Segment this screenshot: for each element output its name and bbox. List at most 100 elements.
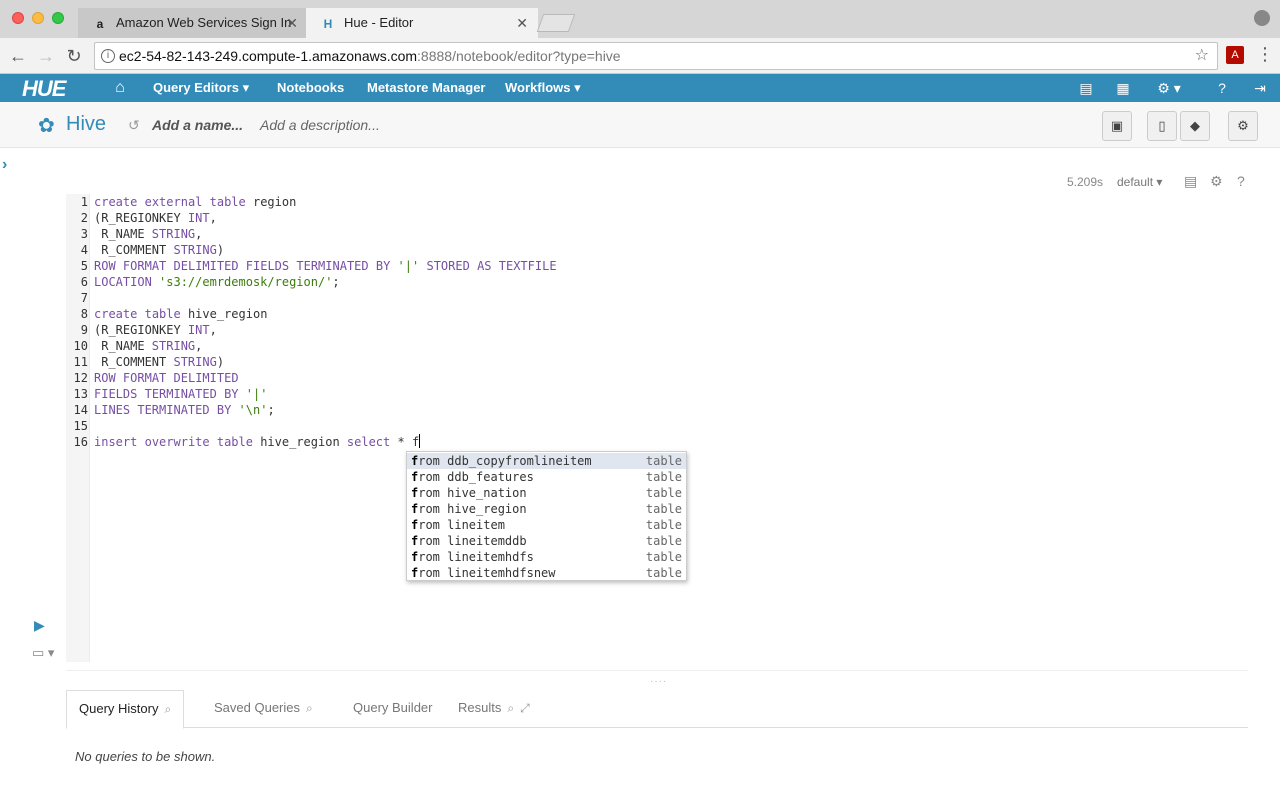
search-icon[interactable]: ⌕ (164, 702, 171, 716)
browser-tab-hue[interactable]: H Hue - Editor ✕ (306, 8, 538, 38)
window-close-button[interactable] (12, 12, 24, 24)
settings-button[interactable]: ⚙ (1228, 111, 1258, 141)
app-title: Hive (66, 113, 107, 135)
tab-query-builder[interactable]: Query Builder (341, 690, 444, 728)
code-line[interactable]: ROW FORMAT DELIMITED (94, 370, 239, 386)
drag-handle-icon[interactable]: ···· (650, 676, 667, 687)
code-line[interactable]: insert overwrite table hive_region selec… (94, 434, 421, 450)
expand-icon[interactable]: ⤢ (520, 701, 530, 715)
document-icon[interactable]: ▤ (1184, 173, 1197, 190)
tab-results[interactable]: Results ⌕ ⤢ (446, 690, 542, 728)
autocomplete-item[interactable]: from ddb_copyfromlineitem table (407, 453, 686, 469)
code-line[interactable]: FIELDS TERMINATED BY '|' (94, 386, 267, 402)
code-line[interactable]: R_COMMENT STRING) (94, 242, 224, 258)
autocomplete-item[interactable]: from ddb_features table (407, 469, 686, 485)
help-icon[interactable]: ? (1237, 173, 1245, 189)
hive-bee-icon: ✿ (38, 115, 55, 137)
autocomplete-item[interactable]: from hive_nation table (407, 485, 686, 501)
document-description-field[interactable]: Add a description... (260, 117, 380, 133)
url-host: ec2-54-82-143-249.compute-1.amazonaws.co… (119, 48, 418, 64)
code-line[interactable]: ROW FORMAT DELIMITED FIELDS TERMINATED B… (94, 258, 557, 274)
autocomplete-item[interactable]: from hive_region table (407, 501, 686, 517)
nav-query-editors[interactable]: Query Editors ▾ (153, 74, 249, 102)
save-button[interactable]: ▣ (1102, 111, 1132, 141)
profile-icon[interactable] (1254, 10, 1270, 26)
search-icon[interactable]: ⌕ (507, 701, 514, 715)
history-icon[interactable]: ↺ (128, 117, 140, 134)
document-name-field[interactable]: Add a name... (152, 117, 243, 133)
amazon-favicon-icon: a (96, 17, 104, 31)
browser-tab-aws[interactable]: a Amazon Web Services Sign In ✕ (78, 8, 308, 38)
table-browser-icon[interactable]: ▦ (1114, 74, 1132, 102)
back-arrow-icon[interactable]: ← (8, 46, 28, 66)
book-icon[interactable]: ▭ ▾ (32, 645, 54, 661)
info-icon[interactable]: i (101, 49, 115, 63)
tab-close-icon[interactable]: ✕ (516, 8, 528, 38)
browser-tab-bar: a Amazon Web Services Sign In ✕ H Hue - … (0, 0, 1280, 38)
pdf-extension-icon[interactable]: A (1226, 46, 1244, 64)
admin-gear-icon[interactable]: ⚙ ▾ (1152, 74, 1186, 102)
autocomplete-item[interactable]: from lineitemhdfsnew table (407, 565, 686, 581)
autocomplete-label: rom lineitemddb (418, 534, 527, 548)
code-line[interactable]: R_NAME STRING, (94, 338, 202, 354)
tab-query-history[interactable]: Query History ⌕ (66, 690, 185, 729)
line-number: 10 (73, 339, 88, 353)
code-line[interactable]: LOCATION 's3://emrdemosk/region/'; (94, 274, 340, 290)
window-maximize-button[interactable] (52, 12, 64, 24)
caret-down-icon: ▾ (1156, 175, 1163, 189)
code-line[interactable]: R_COMMENT STRING) (94, 354, 224, 370)
nav-metastore-manager[interactable]: Metastore Manager (367, 74, 485, 102)
database-selector[interactable]: default ▾ (1117, 175, 1162, 189)
code-line[interactable]: create table hive_region (94, 306, 267, 322)
autocomplete-label: rom ddb_copyfromlineitem (418, 454, 592, 468)
autocomplete-item[interactable]: from lineitem table (407, 517, 686, 533)
url-input[interactable]: i ec2-54-82-143-249.compute-1.amazonaws.… (94, 42, 1218, 70)
reload-icon[interactable]: ↻ (64, 46, 84, 66)
search-icon[interactable]: ⌕ (306, 701, 313, 715)
gear-icon[interactable]: ⚙ (1210, 173, 1223, 190)
autocomplete-type: table (645, 486, 682, 500)
code-line[interactable]: LINES TERMINATED BY '\n'; (94, 402, 275, 418)
home-icon[interactable]: ⌂ (110, 74, 130, 102)
autocomplete-item[interactable]: from lineitemddb table (407, 533, 686, 549)
code-line[interactable]: (R_REGIONKEY INT, (94, 322, 217, 338)
autocomplete-item[interactable]: from lineitemhdfs table (407, 549, 686, 565)
new-tab-button[interactable] (536, 14, 576, 32)
window-minimize-button[interactable] (32, 12, 44, 24)
url-path: :8888/notebook/editor?type=hive (417, 48, 621, 64)
autocomplete-type: table (645, 566, 682, 580)
line-number: 2 (80, 211, 88, 225)
autocomplete-type: table (645, 550, 682, 564)
bookmark-star-icon[interactable]: ☆ (1195, 43, 1209, 69)
text-cursor (419, 434, 421, 448)
autocomplete-label: rom lineitem (418, 518, 505, 532)
browser-menu-icon[interactable]: ⋮ (1256, 44, 1274, 65)
nav-workflows[interactable]: Workflows ▾ (505, 74, 581, 102)
logout-icon[interactable]: ⇥ (1252, 74, 1268, 102)
play-icon[interactable]: ▶ (34, 617, 45, 634)
autocomplete-label: rom hive_nation (418, 486, 527, 500)
tags-button[interactable]: ◆ (1180, 111, 1210, 141)
autocomplete-type: table (645, 534, 682, 548)
forward-arrow-icon[interactable]: → (36, 46, 56, 66)
document-icon[interactable]: ▤ (1078, 74, 1094, 102)
line-number: 1 (80, 195, 88, 209)
tab-close-icon[interactable]: ✕ (286, 8, 298, 38)
new-document-button[interactable]: ▯ (1147, 111, 1177, 141)
left-panel-toggle-icon[interactable]: › (2, 156, 7, 174)
line-number: 6 (80, 275, 88, 289)
line-number: 14 (73, 403, 88, 417)
code-line[interactable]: create external table region (94, 194, 296, 210)
help-icon[interactable]: ? (1214, 74, 1230, 102)
editor-header: ✿ Hive ↺ Add a name... Add a description… (0, 102, 1280, 148)
code-line[interactable]: (R_REGIONKEY INT, (94, 210, 217, 226)
code-line[interactable]: R_NAME STRING, (94, 226, 202, 242)
line-number: 4 (80, 243, 88, 257)
nav-notebooks[interactable]: Notebooks (277, 74, 344, 102)
autocomplete-dropdown[interactable]: from ddb_copyfromlineitem table from ddb_f… (406, 451, 687, 581)
autocomplete-label: rom hive_region (418, 502, 527, 516)
hue-logo[interactable]: HUE (22, 76, 66, 102)
autocomplete-label: rom ddb_features (418, 470, 534, 484)
tab-saved-queries[interactable]: Saved Queries ⌕ (202, 690, 325, 728)
panel-resizer[interactable] (66, 670, 1248, 671)
